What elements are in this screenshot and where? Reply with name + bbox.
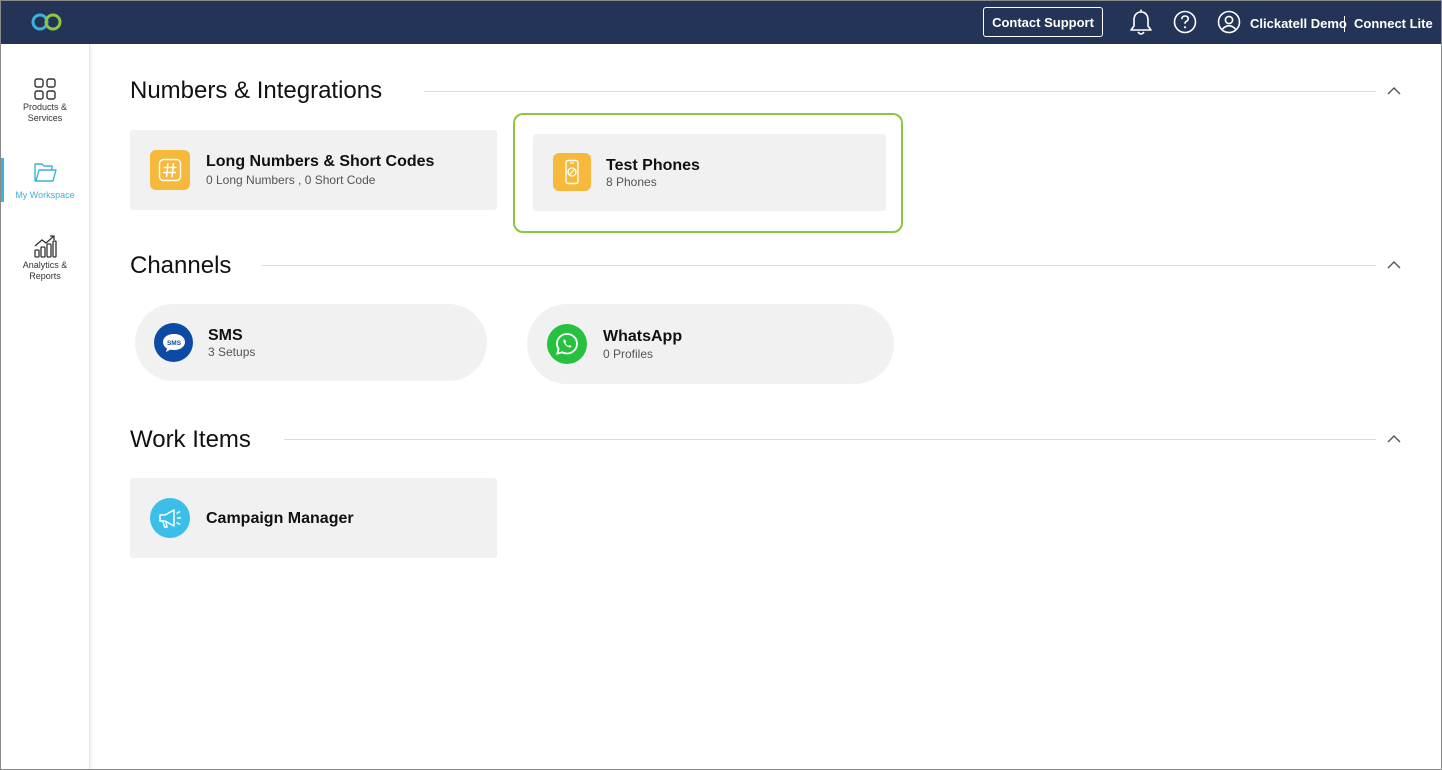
section-divider [424, 91, 1376, 92]
account-name[interactable]: Clickatell Demo [1250, 16, 1347, 31]
megaphone-icon [150, 498, 190, 538]
card-long-numbers-short-codes[interactable]: Long Numbers & Short Codes 0 Long Number… [130, 130, 497, 210]
card-title: SMS [208, 327, 243, 344]
sms-icon: SMS [154, 323, 193, 362]
plan-name[interactable]: Connect Lite [1354, 16, 1433, 31]
hash-icon [150, 150, 190, 190]
card-title: Long Numbers & Short Codes [206, 153, 435, 170]
card-title: WhatsApp [603, 328, 683, 345]
whatsapp-icon [547, 324, 587, 364]
section-divider [284, 439, 1376, 440]
card-subtitle: 0 Profiles [603, 347, 654, 361]
card-subtitle: 3 Setups [208, 345, 256, 359]
sidebar-item-label: Analytics & Reports [22, 260, 68, 281]
bell-icon[interactable] [1129, 9, 1153, 35]
card-whatsapp[interactable]: WhatsApp 0 Profiles [527, 304, 894, 384]
card-sms[interactable]: SMS SMS 3 Setups [135, 304, 487, 381]
sidebar-item-products-services[interactable]: Products & Services [0, 78, 90, 124]
sidebar-item-label: My Workspace [15, 190, 75, 200]
folder-icon [34, 163, 57, 182]
card-campaign-manager[interactable]: Campaign Manager [130, 478, 497, 558]
card-test-phones[interactable]: Test Phones 8 Phones [533, 134, 886, 211]
contact-support-button[interactable]: Contact Support [983, 7, 1103, 37]
header-divider [1344, 16, 1345, 32]
card-subtitle: 0 Long Numbers , 0 Short Code [206, 173, 376, 187]
clickatell-logo[interactable] [30, 12, 64, 32]
section-title-channels: Channels [130, 252, 232, 279]
sidebar-item-analytics-reports[interactable]: Analytics & Reports [0, 234, 90, 282]
sidebar-item-label: Products & Services [22, 102, 68, 123]
window-border [0, 0, 1442, 770]
card-title: Campaign Manager [206, 510, 354, 527]
section-divider [262, 265, 1376, 266]
chart-icon [34, 235, 57, 258]
svg-text:SMS: SMS [166, 339, 181, 346]
section-title-work-items: Work Items [130, 426, 251, 453]
section-title-numbers-integrations: Numbers & Integrations [130, 77, 383, 104]
chevron-up-icon[interactable] [1386, 431, 1402, 447]
sidebar-item-my-workspace[interactable]: My Workspace [0, 158, 90, 202]
chevron-up-icon[interactable] [1386, 83, 1402, 99]
user-icon[interactable] [1217, 10, 1241, 34]
top-bar: Contact Support Clickatell Demo Connect … [0, 0, 1442, 44]
help-icon[interactable] [1173, 10, 1197, 34]
grid-icon [34, 78, 56, 100]
phone-icon [553, 153, 591, 191]
sidebar: Products & Services My Workspace Analyti… [0, 44, 90, 770]
card-subtitle: 8 Phones [606, 175, 657, 189]
card-title: Test Phones [606, 157, 700, 174]
chevron-up-icon[interactable] [1386, 257, 1402, 273]
